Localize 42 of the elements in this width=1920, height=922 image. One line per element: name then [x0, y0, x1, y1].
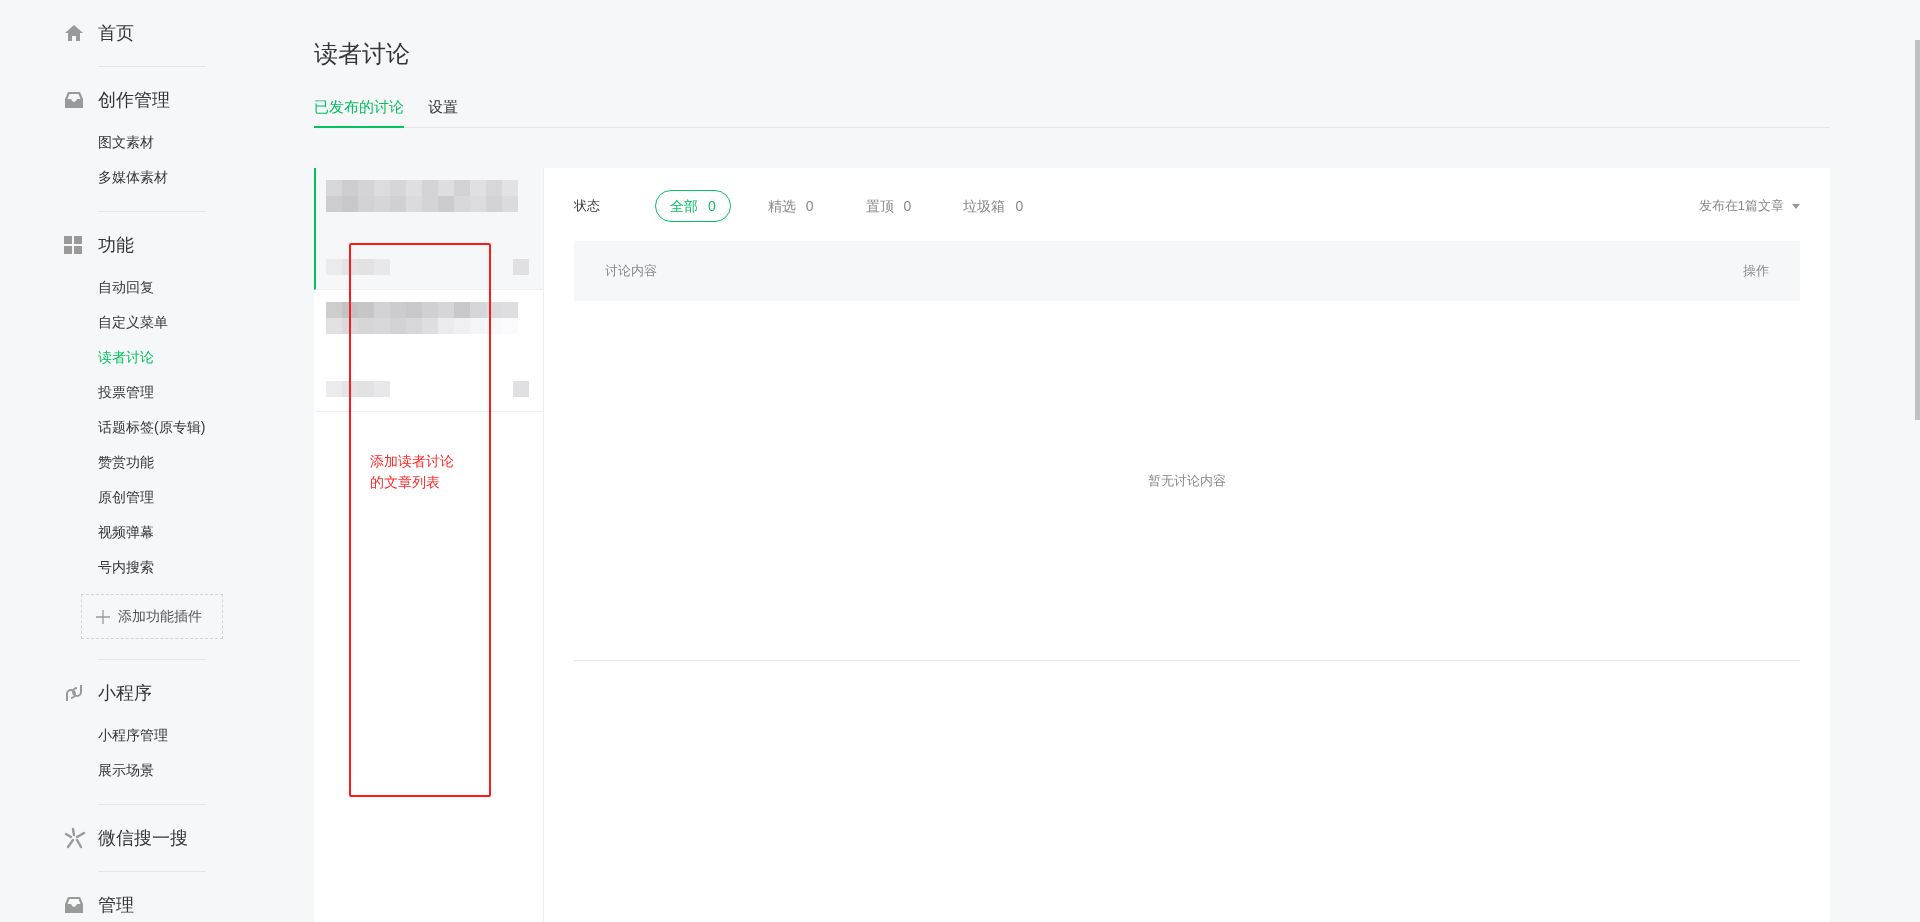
tray-icon	[64, 896, 84, 914]
column-header: 讨论内容	[605, 262, 657, 281]
empty-message: 暂无讨论内容	[1148, 471, 1226, 490]
nav-item[interactable]: 多媒体素材	[98, 167, 168, 188]
blurred-text	[326, 259, 390, 275]
nav-item[interactable]: 自定义菜单	[98, 312, 168, 333]
status-filter[interactable]: 置顶 0	[850, 190, 927, 222]
nav-item[interactable]: 投票管理	[98, 382, 154, 403]
nav-item[interactable]: 话题标签(原专辑)	[98, 417, 206, 438]
tab[interactable]: 设置	[428, 95, 458, 128]
nav-group-title[interactable]: 微信搜一搜	[98, 824, 188, 852]
nav-group-title[interactable]: 小程序	[98, 679, 152, 707]
column-header: 操作	[1743, 262, 1769, 281]
nav-group-title[interactable]: 功能	[98, 231, 134, 259]
nav-item[interactable]: 赞赏功能	[98, 452, 154, 473]
home-icon	[64, 23, 84, 43]
nav-group-title[interactable]: 首页	[98, 19, 134, 47]
caret-icon	[1792, 203, 1800, 209]
nav-item[interactable]: 视频弹幕	[98, 522, 154, 543]
nav-group-title[interactable]: 管理	[98, 891, 134, 919]
tray-icon	[64, 91, 84, 109]
blurred-text	[326, 381, 390, 397]
status-filter[interactable]: 精选 0	[752, 190, 829, 222]
nav-group-title[interactable]: 创作管理	[98, 86, 170, 114]
nav-item[interactable]: 小程序管理	[98, 725, 168, 746]
nav-item[interactable]: 号内搜索	[98, 557, 154, 578]
blurred-text	[513, 381, 529, 397]
nav-item[interactable]: 自动回复	[98, 277, 154, 298]
annotation-text: 添加读者讨论的文章列表	[370, 452, 455, 492]
nav-item[interactable]: 图文素材	[98, 132, 154, 153]
nav-item[interactable]: 原创管理	[98, 487, 154, 508]
plus-icon	[96, 609, 110, 624]
article-dropdown[interactable]: 发布在1篇文章	[1698, 196, 1800, 216]
status-label: 状态	[574, 197, 601, 216]
grid-icon	[64, 236, 82, 254]
status-filter[interactable]: 垃圾箱 0	[948, 190, 1039, 222]
add-plugin-button[interactable]: 添加功能插件	[81, 594, 223, 639]
article-item[interactable]	[314, 168, 543, 290]
page-title: 读者讨论	[314, 40, 410, 67]
link-icon	[64, 683, 84, 703]
nav-item[interactable]: 展示场景	[98, 760, 154, 781]
spark-icon	[64, 827, 86, 849]
